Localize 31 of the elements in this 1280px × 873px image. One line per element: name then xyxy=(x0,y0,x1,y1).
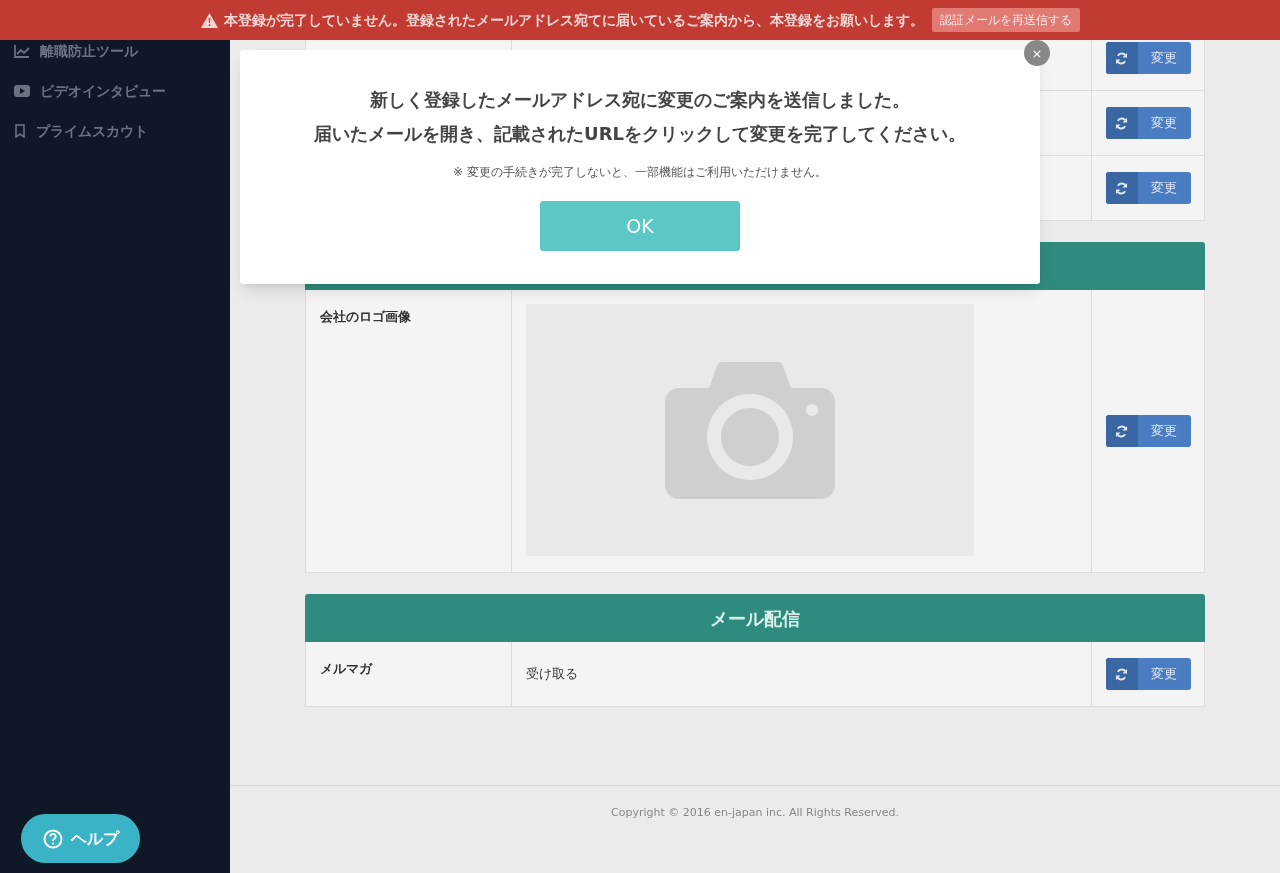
copyright-text: Copyright © 2016 en-japan inc. All Rights Reserved. xyxy=(611,804,899,821)
refresh-icon xyxy=(1115,667,1128,681)
modal-message: 届いたメールを開き、記載されたURLをクリックして変更を完了してください。 xyxy=(314,122,966,146)
resend-button[interactable]: 認証メールを再送信する xyxy=(931,8,1080,32)
change-button[interactable]: 変更 xyxy=(1105,415,1191,447)
refresh-icon xyxy=(1115,51,1128,65)
sidebar-item[interactable]: プライムスカウト xyxy=(0,121,230,141)
banner-message: 本登録が完了していません。登録されたメールアドレス宛てに届いているご案内から、本登録をお願いします。 xyxy=(223,10,924,30)
warning-icon xyxy=(200,12,218,28)
help-button[interactable]: ヘルプ xyxy=(21,814,140,863)
refresh-icon xyxy=(1115,181,1128,195)
change-button[interactable]: 変更 xyxy=(1105,658,1191,690)
ok-button[interactable]: OK xyxy=(540,201,740,251)
modal-note: ※ 変更の手続きが完了しないと、一部機能はご利用いただけません。 xyxy=(453,164,827,181)
field-label: 会社のロゴ画像 xyxy=(320,309,411,324)
play-icon xyxy=(14,85,30,97)
change-button[interactable]: 変更 xyxy=(1105,42,1191,74)
change-button[interactable]: 変更 xyxy=(1105,107,1191,139)
sidebar-item[interactable]: 離職防止ツール xyxy=(0,41,230,61)
chart-icon xyxy=(14,44,30,58)
help-icon xyxy=(42,828,63,849)
field-label: メルマガ xyxy=(320,661,372,676)
refresh-icon xyxy=(1115,424,1128,438)
change-button[interactable]: 変更 xyxy=(1105,172,1191,204)
camera-icon xyxy=(665,361,835,499)
field-value: 受け取る xyxy=(526,665,578,684)
section-header: メール配信 xyxy=(305,594,1205,642)
refresh-icon xyxy=(1115,116,1128,130)
bookmark-icon xyxy=(14,124,26,138)
modal-message: 新しく登録したメールアドレス宛に変更のご案内を送信しました。 xyxy=(370,88,910,112)
sidebar-item[interactable]: ビデオインタビュー xyxy=(0,81,230,101)
